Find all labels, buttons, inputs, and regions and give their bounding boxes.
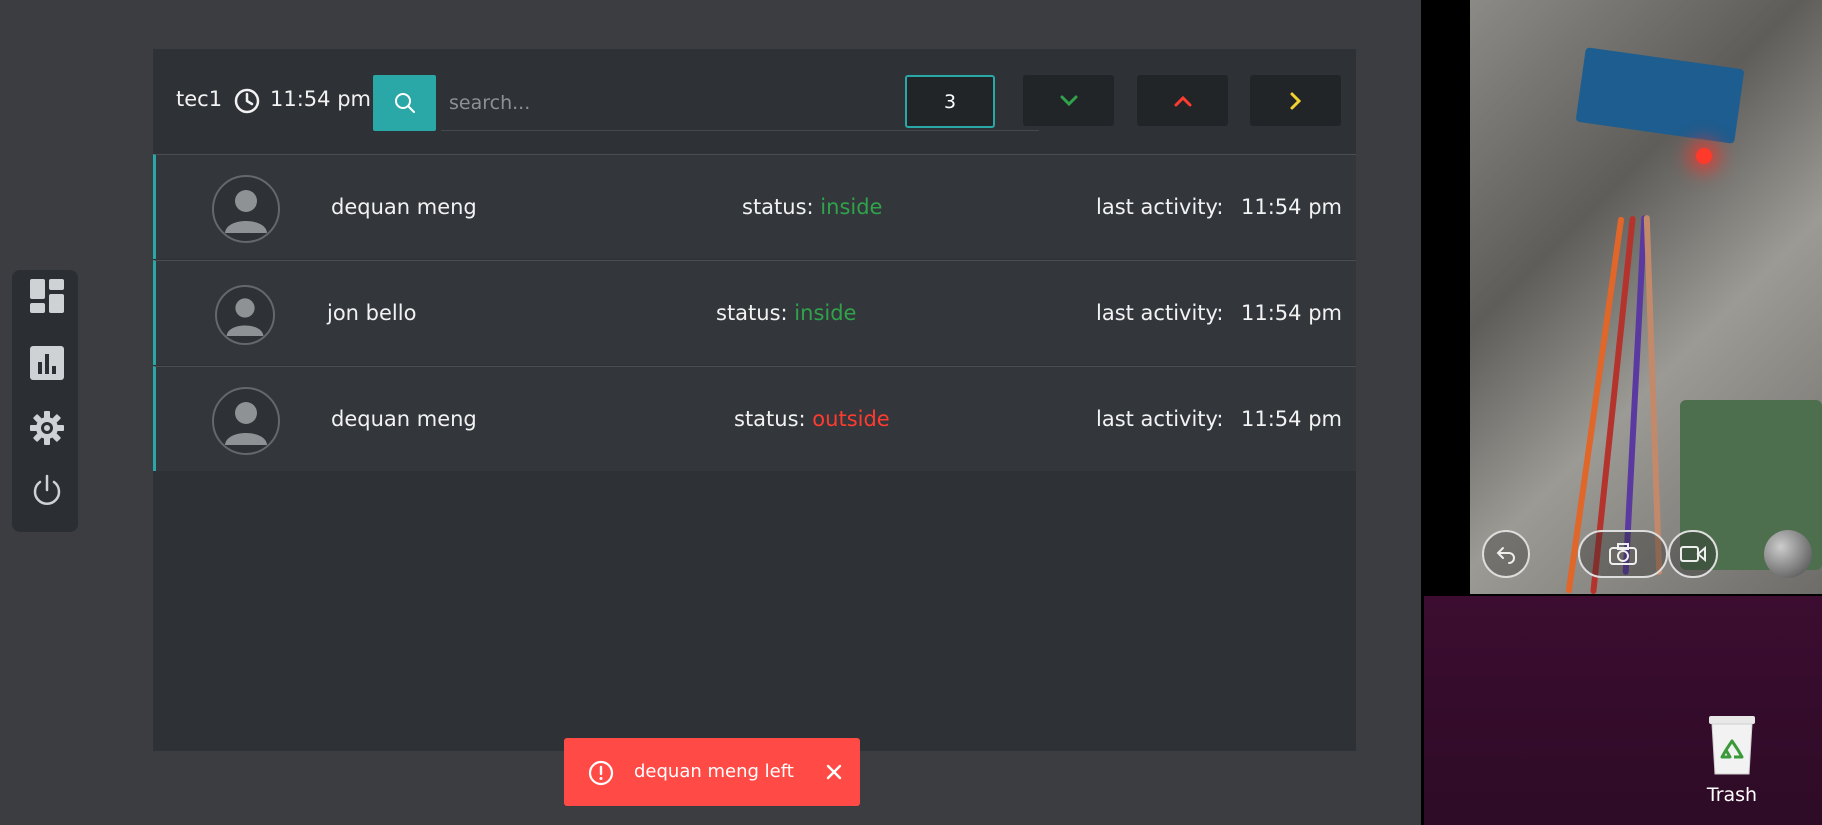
status-value: inside — [820, 195, 883, 219]
toast-notification: dequan meng left — [564, 738, 860, 806]
status-label: status: — [716, 301, 788, 325]
activity-time: 11:54 pm — [1241, 301, 1342, 325]
status: status: inside — [742, 195, 882, 219]
close-button[interactable] — [820, 758, 848, 786]
activity-label: last activity: — [1096, 195, 1224, 219]
status-value: inside — [794, 301, 857, 325]
status: status: outside — [734, 407, 890, 431]
avatar — [212, 175, 280, 243]
led-light — [1696, 148, 1712, 164]
dashboard-icon[interactable] — [29, 278, 65, 314]
chevron-up-icon — [1174, 95, 1191, 106]
activity-time: 11:54 pm — [1241, 407, 1342, 431]
status: status: inside — [716, 301, 856, 325]
back-icon — [1496, 547, 1515, 564]
current-time: 11:54 pm — [270, 87, 371, 111]
back-button[interactable] — [1482, 530, 1530, 578]
collapse-button[interactable] — [1137, 75, 1228, 126]
toolbar: tec1 11:54 pm 3 — [153, 49, 1356, 154]
capture-photo-button[interactable] — [1578, 530, 1668, 578]
status-label: status: — [734, 407, 806, 431]
avatar — [212, 387, 280, 455]
results-count: 3 — [905, 75, 995, 128]
status-label: status: — [742, 195, 814, 219]
user-label: tec1 — [176, 87, 223, 111]
chevron-down-icon — [1060, 95, 1077, 106]
camera-icon — [1609, 543, 1637, 565]
search-icon — [394, 93, 415, 113]
list-item[interactable]: jon bello status: inside last activity: … — [153, 260, 1356, 365]
chevron-right-icon — [1290, 92, 1301, 109]
gallery-thumbnail[interactable] — [1764, 530, 1812, 578]
list-item[interactable]: dequan meng status: inside last activity… — [153, 154, 1356, 259]
chart-icon[interactable] — [29, 345, 65, 381]
sidebar — [12, 270, 78, 532]
clock-icon — [234, 88, 260, 114]
settings-icon[interactable] — [29, 410, 65, 446]
expand-button[interactable] — [1023, 75, 1114, 126]
alert-icon — [588, 760, 614, 786]
next-button[interactable] — [1250, 75, 1341, 126]
trash-icon — [1709, 716, 1755, 775]
activity-label: last activity: — [1096, 407, 1224, 431]
user-name: dequan meng — [331, 195, 477, 219]
camera-preview — [1470, 0, 1822, 594]
app-window: tec1 11:54 pm 3 — [0, 0, 1421, 825]
rfid-module-image — [1575, 47, 1745, 144]
main-panel: tec1 11:54 pm 3 — [153, 49, 1356, 751]
avatar — [215, 285, 275, 345]
activity-time: 11:54 pm — [1241, 195, 1342, 219]
status-value: outside — [812, 407, 890, 431]
toast-message: dequan meng left — [634, 761, 794, 782]
close-icon — [826, 764, 842, 780]
video-icon — [1680, 545, 1706, 563]
activity-label: last activity: — [1096, 301, 1224, 325]
power-icon[interactable] — [29, 473, 65, 509]
wire — [1643, 215, 1663, 575]
trash-label: Trash — [1706, 784, 1758, 806]
user-name: dequan meng — [331, 407, 477, 431]
user-name: jon bello — [327, 301, 417, 325]
list-item[interactable]: dequan meng status: outside last activit… — [153, 366, 1356, 471]
search-button[interactable] — [373, 75, 436, 131]
record-video-button[interactable] — [1668, 530, 1718, 578]
trash-desktop-icon[interactable]: Trash — [1700, 712, 1764, 812]
